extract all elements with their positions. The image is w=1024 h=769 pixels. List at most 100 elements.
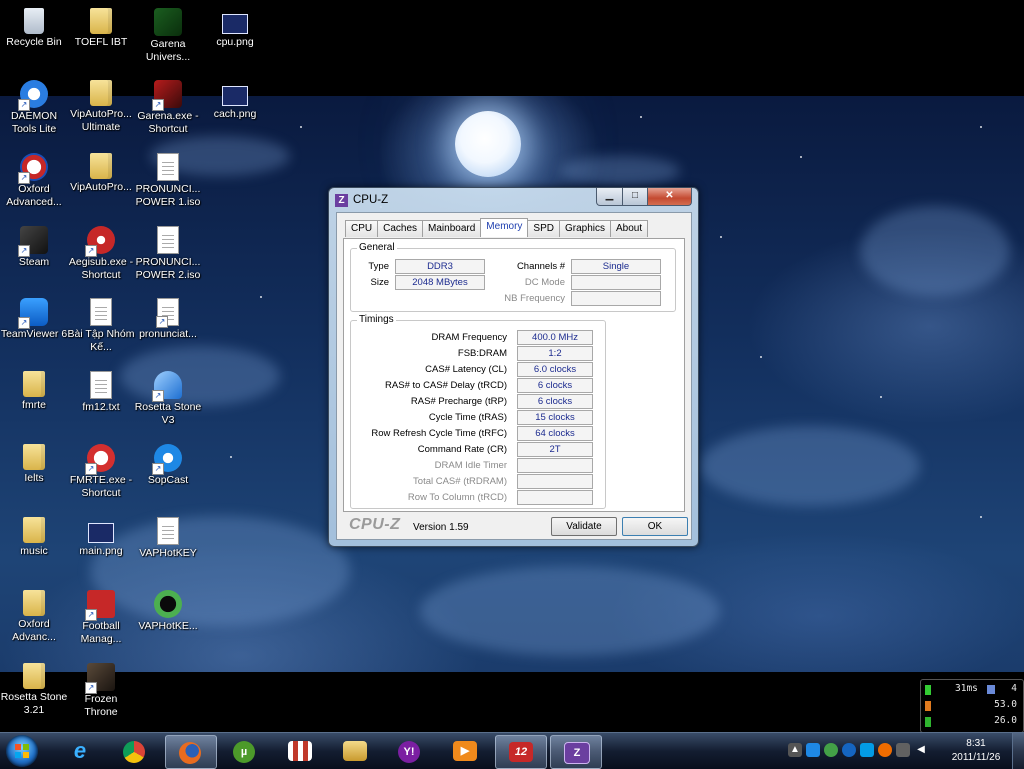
tab-spd[interactable]: SPD: [527, 220, 560, 237]
tab-memory[interactable]: Memory: [480, 218, 529, 237]
taskbar-firefox[interactable]: [165, 735, 217, 769]
desktop-icon-recycle-bin[interactable]: Recycle Bin: [0, 8, 68, 49]
desktop-icon-fmrte-folder[interactable]: fmrte: [0, 371, 68, 412]
ping-count: 4: [1011, 683, 1017, 694]
size-value: 2048 MBytes: [395, 275, 485, 290]
taskbar-yahoo-messenger[interactable]: Y!: [385, 735, 435, 767]
taskbar-windows-explorer[interactable]: [330, 735, 380, 767]
tray-volume-icon[interactable]: ◀: [914, 743, 928, 757]
tab-graphics[interactable]: Graphics: [558, 220, 611, 237]
cpuz-window: Z CPU-Z ▁ □ ✕ CPU Caches Mainboard Memor…: [328, 187, 699, 547]
fsb-dram-label: FSB:DRAM: [457, 348, 507, 359]
desktop-icon-fmrte-shortcut[interactable]: FMRTE.exe - Shortcut: [67, 444, 135, 500]
desktop-icon-aegisub[interactable]: Aegisub.exe - Shortcut: [67, 226, 135, 282]
garena-icon: [152, 80, 182, 111]
folder-icon: [23, 663, 45, 689]
taskbar-utorrent[interactable]: µ: [220, 735, 270, 767]
steam-icon: [18, 226, 48, 257]
desktop-icon-garena-shortcut[interactable]: Garena.exe - Shortcut: [134, 80, 202, 136]
garena-icon: [154, 8, 182, 36]
desktop-icon-music[interactable]: music: [0, 517, 68, 558]
tray-action-center-icon[interactable]: [896, 743, 910, 757]
desktop-icon-toefl-ibt[interactable]: TOEFL IBT: [67, 8, 135, 49]
tray-avast-icon[interactable]: [878, 743, 892, 757]
desktop-icon-oxford-advanc-folder[interactable]: Oxford Advanc...: [0, 590, 68, 644]
taskbar-unikey[interactable]: [275, 735, 325, 767]
minimize-button[interactable]: ▁: [596, 188, 623, 206]
close-button[interactable]: ✕: [648, 188, 692, 206]
cas-latency-label: CAS# Latency (CL): [425, 364, 507, 375]
taskbar-internet-explorer[interactable]: e: [55, 735, 105, 767]
gadget-value-3: 26.0: [994, 715, 1017, 726]
desktop-icon-vipautopro[interactable]: VipAutoPro...: [67, 153, 135, 194]
cpuz-titlebar[interactable]: Z CPU-Z ▁ □ ✕: [329, 188, 698, 212]
desktop-icon-daemon-tools[interactable]: DAEMON Tools Lite: [0, 80, 68, 136]
desktop-icon-frozen-throne[interactable]: Frozen Throne: [67, 663, 135, 719]
monitor-icon: [987, 685, 995, 694]
taskbar-football-manager[interactable]: 12: [495, 735, 547, 769]
desktop-icon-pronunciat[interactable]: pronunciat...: [134, 298, 202, 341]
nb-frequency-value: [571, 291, 661, 306]
show-desktop-button[interactable]: [1012, 733, 1024, 769]
cpuz-icon: Z: [564, 742, 590, 764]
desktop-icon-rosetta-stone-v3[interactable]: Rosetta Stone V3: [134, 371, 202, 427]
dc-mode-label: DC Mode: [524, 277, 565, 288]
recycle-bin-icon: [24, 8, 44, 34]
desktop-icon-fm12-txt[interactable]: fm12.txt: [67, 371, 135, 414]
taskbar-cpuz[interactable]: Z: [550, 735, 602, 769]
folder-icon: [90, 153, 112, 179]
desktop-icon-pronunci-power-2[interactable]: PRONUNCI... POWER 2.iso: [134, 226, 202, 282]
taskbar-chrome[interactable]: [110, 735, 160, 767]
cpuz-app-icon[interactable]: Z: [335, 194, 348, 207]
desktop-icon-pronunci-power-1[interactable]: PRONUNCI... POWER 1.iso: [134, 153, 202, 209]
tab-caches[interactable]: Caches: [377, 220, 424, 237]
desktop-icon-steam[interactable]: Steam: [0, 226, 68, 269]
desktop-icon-garena-universal[interactable]: Garena Univers...: [134, 8, 202, 64]
tab-mainboard[interactable]: Mainboard: [422, 220, 482, 237]
tab-about[interactable]: About: [610, 220, 649, 237]
moon: [455, 111, 521, 177]
start-button[interactable]: [6, 735, 38, 767]
clock-date: 2011/11/26: [951, 752, 1001, 763]
tray-teamviewer-icon[interactable]: [860, 743, 874, 757]
desktop-icon-main-png[interactable]: main.png: [67, 517, 135, 558]
taskbar-clock[interactable]: 8:31 2011/11/26: [946, 737, 1006, 765]
desktop-icon-ielts[interactable]: Ielts: [0, 444, 68, 485]
desktop-icon-sopcast[interactable]: SopCast: [134, 444, 202, 487]
tab-cpu[interactable]: CPU: [345, 220, 379, 237]
system-monitor-gadget[interactable]: 31ms 4 53.0 26.0: [920, 679, 1024, 733]
desktop-icon-vaphotkey[interactable]: VAPHotKEY: [134, 517, 202, 560]
dram-frequency-label: DRAM Frequency: [431, 332, 508, 343]
document-icon: [156, 298, 179, 328]
channels-value: Single: [571, 259, 661, 274]
desktop-icon-vaphotke-shortcut[interactable]: VAPHotKE...: [134, 590, 202, 633]
validate-button[interactable]: Validate: [551, 517, 617, 536]
tray-network-icon[interactable]: [806, 743, 820, 757]
desktop-icon-vipautopro-ultimate[interactable]: VipAutoPro... Ultimate: [67, 80, 135, 134]
desktop-icon-rosetta-stone-321[interactable]: Rosetta Stone 3.21: [0, 663, 68, 717]
football-manager-icon: 12: [509, 742, 533, 762]
tray-update-icon[interactable]: [842, 743, 856, 757]
tray-garena-icon[interactable]: [824, 743, 838, 757]
folder-icon: [23, 371, 45, 397]
dc-mode-value: [571, 275, 661, 290]
desktop-icon-football-manager[interactable]: Football Manag...: [67, 590, 135, 646]
version-text: Version 1.59: [413, 522, 469, 533]
maximize-button[interactable]: □: [623, 188, 648, 206]
desktop-icon-cach-png[interactable]: cach.png: [201, 80, 269, 121]
unikey-icon: [288, 741, 312, 761]
ok-button[interactable]: OK: [622, 517, 688, 536]
taskbar-media-player[interactable]: ▶: [440, 735, 490, 767]
desktop-icon-oxford-advanced[interactable]: Oxford Advanced...: [0, 153, 68, 209]
desktop-icon-bai-tap[interactable]: Bài Tập Nhóm Kế...: [67, 298, 135, 354]
desktop-icon-cpu-png[interactable]: cpu.png: [201, 8, 269, 49]
desktop-icon-teamviewer[interactable]: TeamViewer 6: [0, 298, 68, 341]
clock-time: 8:31: [966, 738, 986, 749]
channels-label: Channels #: [516, 261, 565, 272]
ras-to-cas-delay-label: RAS# to CAS# Delay (tRCD): [385, 380, 507, 391]
media-player-icon: ▶: [453, 741, 477, 761]
image-file-icon: [222, 86, 248, 106]
total-cas-value: [517, 474, 593, 489]
tray-arrow-icon[interactable]: ▲: [788, 743, 802, 757]
football-manager-icon: [85, 590, 115, 621]
